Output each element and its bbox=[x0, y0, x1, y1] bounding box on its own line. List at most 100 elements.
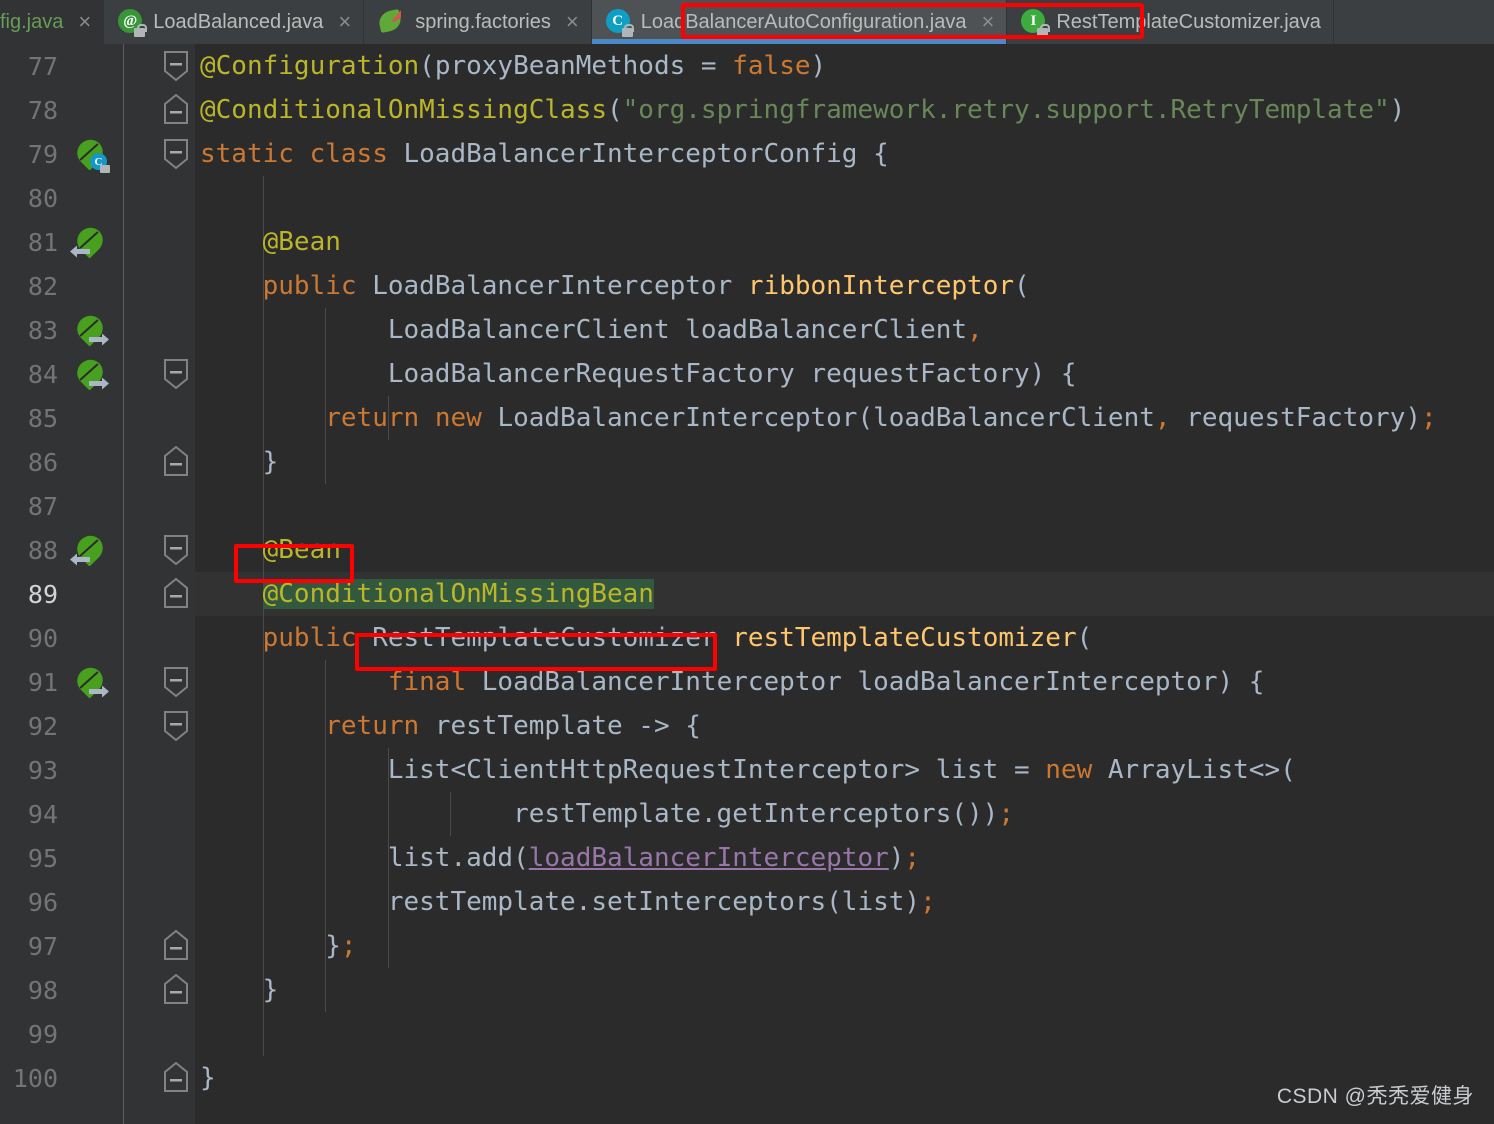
code-line[interactable]: 80 bbox=[0, 176, 1494, 220]
spring-bean-gutter-icon[interactable] bbox=[70, 530, 109, 567]
fold-column-cell[interactable] bbox=[123, 660, 195, 704]
fold-marker-icon[interactable] bbox=[161, 709, 191, 743]
fold-marker-icon[interactable] bbox=[161, 533, 191, 567]
fold-column-cell[interactable] bbox=[123, 176, 195, 220]
code-lines[interactable]: 77 @Configuration(proxyBeanMethods = fals… bbox=[0, 44, 1494, 1100]
fold-marker-icon[interactable] bbox=[161, 445, 191, 479]
fold-column-cell[interactable] bbox=[123, 1056, 195, 1100]
gutter-icon-cell[interactable] bbox=[62, 572, 123, 616]
code-line[interactable]: 92 return restTemplate -> { bbox=[0, 704, 1494, 748]
gutter-icon-cell[interactable]: C bbox=[62, 132, 123, 176]
tab-close-icon[interactable]: × bbox=[78, 11, 91, 33]
fold-marker-icon[interactable] bbox=[161, 973, 191, 1007]
code-line[interactable]: 82 public LoadBalancerInterceptor ribbon… bbox=[0, 264, 1494, 308]
spring-bean-gutter-icon[interactable] bbox=[71, 662, 109, 699]
fold-marker-icon[interactable] bbox=[161, 137, 191, 171]
gutter-icon-cell[interactable] bbox=[62, 836, 123, 880]
code-line[interactable]: 97 }; bbox=[0, 924, 1494, 968]
fold-column-cell[interactable] bbox=[123, 264, 195, 308]
spring-bean-gutter-icon[interactable] bbox=[71, 354, 109, 391]
gutter-icon-cell[interactable] bbox=[62, 924, 123, 968]
code-text-cell[interactable]: @Bean bbox=[195, 528, 1494, 572]
code-text-cell[interactable]: return new LoadBalancerInterceptor(loadB… bbox=[195, 396, 1494, 440]
gutter-icon-cell[interactable] bbox=[62, 616, 123, 660]
gutter-icon-cell[interactable] bbox=[62, 704, 123, 748]
fold-marker-icon[interactable] bbox=[161, 49, 191, 83]
fold-column-cell[interactable] bbox=[123, 220, 195, 264]
code-line[interactable]: 100} bbox=[0, 1056, 1494, 1100]
gutter-icon-cell[interactable] bbox=[62, 176, 123, 220]
code-text-cell[interactable]: List<ClientHttpRequestInterceptor> list … bbox=[195, 748, 1494, 792]
tab-spring-factories[interactable]: spring.factories × bbox=[364, 0, 592, 44]
code-line[interactable]: 96 restTemplate.setInterceptors(list); bbox=[0, 880, 1494, 924]
fold-column-cell[interactable] bbox=[123, 440, 195, 484]
code-text-cell[interactable]: LoadBalancerRequestFactory requestFactor… bbox=[195, 352, 1494, 396]
tab-loadbalanced-java[interactable]: @ LoadBalanced.java × bbox=[104, 0, 365, 44]
code-editor[interactable]: 77 @Configuration(proxyBeanMethods = fals… bbox=[0, 44, 1494, 1124]
gutter-icon-cell[interactable] bbox=[62, 308, 123, 352]
gutter-icon-cell[interactable] bbox=[62, 1056, 123, 1100]
fold-column-cell[interactable] bbox=[123, 396, 195, 440]
code-line[interactable]: 79 Cstatic class LoadBalancerInterceptorC… bbox=[0, 132, 1494, 176]
code-text-cell[interactable]: final LoadBalancerInterceptor loadBalanc… bbox=[195, 660, 1494, 704]
fold-column-cell[interactable] bbox=[123, 572, 195, 616]
code-text-cell[interactable] bbox=[195, 1012, 1494, 1056]
code-line[interactable]: 95 list.add(loadBalancerInterceptor); bbox=[0, 836, 1494, 880]
fold-column-cell[interactable] bbox=[123, 88, 195, 132]
code-text-cell[interactable] bbox=[195, 484, 1494, 528]
code-text-cell[interactable]: @ConditionalOnMissingBean bbox=[195, 572, 1494, 616]
code-text-cell[interactable]: return restTemplate -> { bbox=[195, 704, 1494, 748]
fold-column-cell[interactable] bbox=[123, 836, 195, 880]
fold-column-cell[interactable] bbox=[123, 44, 195, 88]
code-line[interactable]: 81 @Bean bbox=[0, 220, 1494, 264]
fold-column-cell[interactable] bbox=[123, 748, 195, 792]
gutter-icon-cell[interactable] bbox=[62, 748, 123, 792]
fold-column-cell[interactable] bbox=[123, 352, 195, 396]
tab-config-java[interactable]: fig.java × bbox=[0, 0, 105, 44]
fold-column-cell[interactable] bbox=[123, 528, 195, 572]
fold-marker-icon[interactable] bbox=[161, 929, 191, 963]
code-line[interactable]: 98 } bbox=[0, 968, 1494, 1012]
code-line[interactable]: 87 bbox=[0, 484, 1494, 528]
gutter-icon-cell[interactable] bbox=[62, 968, 123, 1012]
gutter-icon-cell[interactable] bbox=[62, 44, 123, 88]
code-line[interactable]: 94 restTemplate.getInterceptors()); bbox=[0, 792, 1494, 836]
gutter-icon-cell[interactable] bbox=[62, 396, 123, 440]
code-text-cell[interactable] bbox=[195, 176, 1494, 220]
fold-column-cell[interactable] bbox=[123, 484, 195, 528]
code-text-cell[interactable]: @ConditionalOnMissingClass("org.springfr… bbox=[195, 88, 1494, 132]
code-line[interactable]: 90 public RestTemplateCustomizer restTem… bbox=[0, 616, 1494, 660]
tab-close-icon[interactable]: × bbox=[338, 11, 351, 33]
gutter-icon-cell[interactable] bbox=[62, 1012, 123, 1056]
gutter-icon-cell[interactable] bbox=[62, 440, 123, 484]
tab-loadbalancerautoconfiguration-java[interactable]: C LoadBalancerAutoConfiguration.java × bbox=[591, 0, 1008, 44]
fold-marker-icon[interactable] bbox=[161, 357, 191, 391]
spring-bean-gutter-icon[interactable] bbox=[70, 222, 109, 259]
code-text-cell[interactable]: restTemplate.setInterceptors(list); bbox=[195, 880, 1494, 924]
code-text-cell[interactable]: @Bean bbox=[195, 220, 1494, 264]
fold-column-cell[interactable] bbox=[123, 132, 195, 176]
editor-tab-bar[interactable]: fig.java × @ LoadBalanced.java × spring.… bbox=[0, 0, 1494, 44]
gutter-icon-cell[interactable] bbox=[62, 792, 123, 836]
code-text-cell[interactable]: } bbox=[195, 968, 1494, 1012]
tab-close-icon[interactable]: × bbox=[982, 11, 995, 33]
code-line[interactable]: 83 LoadBalancerClient loadBalancerClient… bbox=[0, 308, 1494, 352]
fold-marker-icon[interactable] bbox=[161, 93, 191, 127]
code-line[interactable]: 88 @Bean bbox=[0, 528, 1494, 572]
code-line[interactable]: 91 final LoadBalancerInterceptor loadBal… bbox=[0, 660, 1494, 704]
gutter-icon-cell[interactable] bbox=[62, 660, 123, 704]
gutter-icon-cell[interactable] bbox=[62, 352, 123, 396]
spring-bean-gutter-icon[interactable]: C bbox=[71, 134, 110, 173]
code-text-cell[interactable]: } bbox=[195, 440, 1494, 484]
gutter-icon-cell[interactable] bbox=[62, 484, 123, 528]
code-text-cell[interactable]: @Configuration(proxyBeanMethods = false) bbox=[195, 44, 1494, 88]
gutter-icon-cell[interactable] bbox=[62, 220, 123, 264]
code-line[interactable]: 86 } bbox=[0, 440, 1494, 484]
code-text-cell[interactable]: public LoadBalancerInterceptor ribbonInt… bbox=[195, 264, 1494, 308]
code-text-cell[interactable]: }; bbox=[195, 924, 1494, 968]
fold-column-cell[interactable] bbox=[123, 1012, 195, 1056]
code-line[interactable]: 78 @ConditionalOnMissingClass("org.spring… bbox=[0, 88, 1494, 132]
code-line[interactable]: 84 LoadBalancerRequestFactory requestFac… bbox=[0, 352, 1494, 396]
fold-marker-icon[interactable] bbox=[161, 1061, 191, 1095]
code-text-cell[interactable]: LoadBalancerClient loadBalancerClient, bbox=[195, 308, 1494, 352]
